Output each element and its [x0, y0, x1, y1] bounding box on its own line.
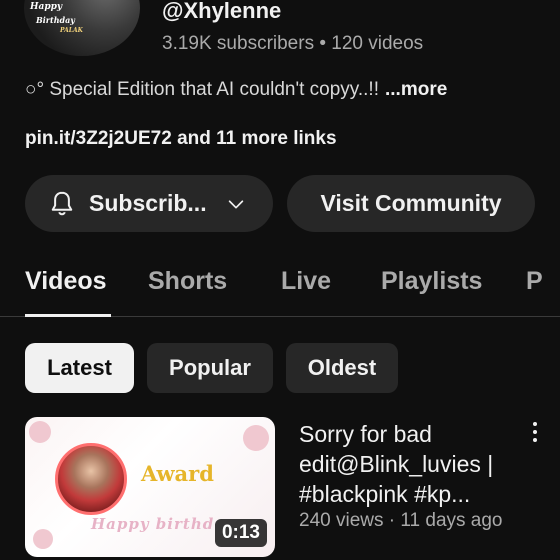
community-label: Visit Community	[320, 190, 502, 216]
description-text: ○° Special Edition that AI couldn't copy…	[25, 79, 379, 100]
tab-playlists[interactable]: Playlists	[381, 267, 482, 296]
channel-stats: 3.19K subscribers • 120 videos	[162, 33, 424, 54]
video-thumbnail[interactable]: Award Happy birthd 0:13	[25, 417, 275, 557]
thumbnail-decor	[33, 529, 53, 549]
channel-handle: @Xhylenne	[162, 0, 282, 23]
video-duration: 0:13	[214, 519, 267, 547]
video-meta: 240 views · 11 days ago	[299, 510, 503, 531]
chip-oldest[interactable]: Oldest	[286, 343, 398, 393]
chevron-down-icon	[228, 199, 243, 208]
more-link[interactable]: ...more	[385, 79, 447, 100]
thumbnail-decor	[29, 421, 51, 443]
more-links-text[interactable]: and 11 more links	[177, 128, 336, 149]
tab-live[interactable]: Live	[281, 267, 331, 296]
tab-posts[interactable]: P	[526, 267, 543, 296]
thumbnail-award-text: Award	[141, 461, 214, 486]
thumbnail-decor	[243, 425, 269, 451]
avatar-text-line-2: Birthday	[36, 15, 75, 25]
channel-links[interactable]: pin.it/3Z2j2UE72 and 11 more links	[25, 128, 337, 150]
channel-description[interactable]: ○° Special Edition that AI couldn't copy…	[25, 79, 447, 101]
video-title[interactable]: Sorry for bad edit@Blink_luvies | #black…	[299, 419, 519, 509]
active-tab-indicator	[25, 314, 111, 317]
tab-shorts[interactable]: Shorts	[148, 267, 227, 296]
visit-community-button[interactable]: Visit Community	[287, 175, 535, 232]
subscribe-label: Subscrib...	[89, 190, 207, 216]
chip-latest[interactable]: Latest	[25, 343, 134, 393]
avatar-text-line-1: Happy	[30, 2, 63, 12]
channel-avatar[interactable]: Happy Birthday PALAK	[24, 0, 140, 56]
avatar-text-line-3: PALAK	[60, 27, 83, 34]
thumbnail-portrait	[55, 443, 127, 515]
bell-icon	[51, 191, 73, 215]
subscribe-button[interactable]: Subscrib...	[25, 175, 273, 232]
channel-tabs: Videos Shorts Live Playlists P	[0, 255, 560, 317]
more-vert-icon[interactable]	[528, 420, 542, 444]
chip-popular[interactable]: Popular	[147, 343, 273, 393]
tab-videos[interactable]: Videos	[25, 267, 107, 296]
thumbnail-caption: Happy birthd	[91, 515, 215, 533]
channel-link[interactable]: pin.it/3Z2j2UE72	[25, 128, 172, 149]
